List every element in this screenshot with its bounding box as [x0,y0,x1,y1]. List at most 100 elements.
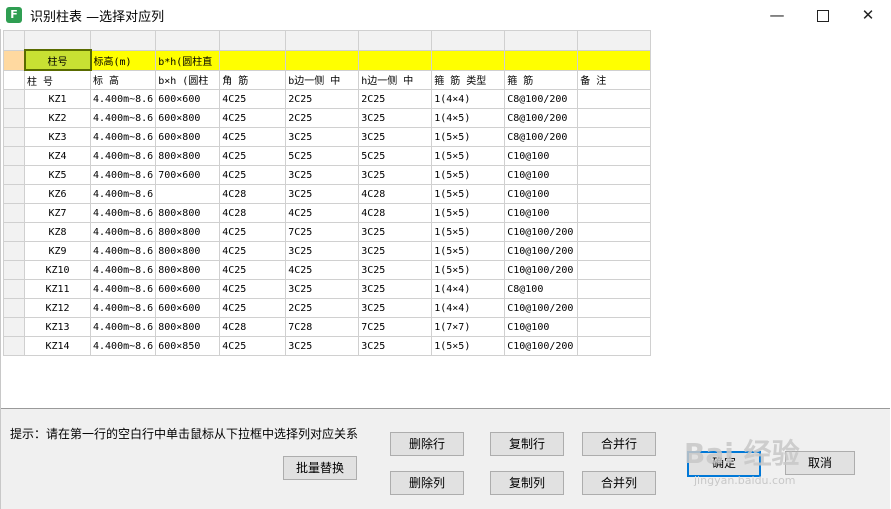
row-header[interactable] [3,317,25,337]
table-cell[interactable] [577,108,652,128]
table-cell[interactable]: C10@100 [504,317,579,337]
table-cell[interactable]: 5C25 [285,146,360,166]
table-cell[interactable]: 4C25 [219,222,287,242]
table-cell[interactable]: C8@100/200 [504,89,579,109]
column-name-cell[interactable]: 柱 号 [24,69,91,90]
table-cell[interactable]: 4C28 [358,203,433,223]
table-cell[interactable]: 3C25 [358,298,433,318]
table-cell[interactable]: C10@100 [504,146,579,166]
table-cell[interactable]: 4C28 [358,184,433,204]
table-cell[interactable]: 7C25 [285,222,360,242]
table-cell[interactable]: 4.400m~8.6 [89,146,157,166]
ok-button[interactable]: 确定 [687,451,761,477]
maximize-button[interactable] [800,0,846,30]
table-cell[interactable]: 600×600 [155,89,221,109]
column-name-cell[interactable]: 角 筋 [219,69,287,90]
column-name-cell[interactable]: 备 注 [577,69,652,90]
table-cell[interactable]: 1(4×5) [431,108,506,128]
table-cell[interactable]: 7C28 [285,317,360,337]
table-row[interactable]: KZ6 4.400m~8.6 4C28 3C25 4C28 1(5×5) C10@100 [3,184,652,204]
table-cell[interactable]: 4C25 [219,298,287,318]
table-cell[interactable]: C10@100/200 [504,222,579,242]
table-cell[interactable]: C10@100 [504,165,579,185]
column-name-cell[interactable]: 标 高 [89,69,157,90]
table-cell[interactable]: 4C25 [219,108,287,128]
table-row[interactable]: KZ14 4.400m~8.6 600×850 4C25 3C25 3C25 1(5×5) C… [3,336,652,356]
row-header[interactable] [3,127,25,147]
table-cell[interactable]: 1(5×5) [431,146,506,166]
row-header[interactable] [3,222,25,242]
column-selector-cell[interactable] [504,49,579,71]
table-cell[interactable]: 700×600 [155,165,221,185]
table-cell[interactable]: 4.400m~8.6 [89,108,157,128]
table-cell[interactable]: 3C25 [358,279,433,299]
column-selector-cell[interactable] [431,49,506,71]
table-cell[interactable]: 4C25 [285,260,360,280]
row-header[interactable] [3,279,25,299]
table-cell[interactable]: 4.400m~8.6 [89,222,157,242]
table-cell[interactable]: 4C25 [219,165,287,185]
table-cell[interactable]: 3C25 [358,260,433,280]
table-cell[interactable]: KZ4 [24,146,91,166]
merge-row-button[interactable]: 合并行 [582,432,656,456]
table-cell[interactable]: KZ2 [24,108,91,128]
table-cell[interactable]: C10@100/200 [504,241,579,261]
table-cell[interactable]: 800×800 [155,222,221,242]
batch-replace-button[interactable]: 批量替换 [283,456,357,480]
row-header[interactable] [3,260,25,280]
table-cell[interactable]: 1(4×4) [431,298,506,318]
table-cell[interactable]: 4C25 [285,203,360,223]
table-cell[interactable]: 1(5×5) [431,222,506,242]
table-cell[interactable]: C10@100 [504,184,579,204]
table-cell[interactable]: KZ14 [24,336,91,356]
column-selector-cell[interactable] [358,49,433,71]
table-row[interactable]: KZ8 4.400m~8.6 800×800 4C25 7C25 3C25 1(5×5) C1… [3,222,652,242]
table-cell[interactable]: 4.400m~8.6 [89,260,157,280]
table-cell[interactable]: 600×800 [155,127,221,147]
table-cell[interactable]: 800×800 [155,203,221,223]
table-cell[interactable]: KZ5 [24,165,91,185]
table-cell[interactable]: 4C28 [219,184,287,204]
table-cell[interactable]: 4C25 [219,260,287,280]
table-cell[interactable]: 4.400m~8.6 [89,203,157,223]
table-cell[interactable]: KZ13 [24,317,91,337]
row-header[interactable] [3,146,25,166]
column-selector-cell[interactable] [219,49,287,71]
table-cell[interactable] [577,317,652,337]
table-cell[interactable]: C10@100/200 [504,336,579,356]
minimize-button[interactable]: — [754,0,800,30]
table-cell[interactable]: C8@100/200 [504,127,579,147]
table-row[interactable]: KZ12 4.400m~8.6 600×600 4C25 2C25 3C25 1(4×4) C… [3,298,652,318]
row-header[interactable] [3,165,25,185]
table-cell[interactable]: 4.400m~8.6 [89,184,157,204]
table-cell[interactable]: 1(5×5) [431,165,506,185]
table-cell[interactable] [577,89,652,109]
table-cell[interactable]: 3C25 [358,165,433,185]
table-cell[interactable]: 3C25 [358,241,433,261]
table-cell[interactable]: 1(5×5) [431,241,506,261]
table-cell[interactable]: 1(4×4) [431,279,506,299]
table-cell[interactable]: 1(5×5) [431,336,506,356]
column-name-cell[interactable]: b边一侧 中 [285,69,360,90]
table-cell[interactable] [577,298,652,318]
table-cell[interactable]: 1(7×7) [431,317,506,337]
table-cell[interactable]: 4C25 [219,241,287,261]
table-cell[interactable]: 7C25 [358,317,433,337]
row-header[interactable] [3,298,25,318]
table-cell[interactable]: 600×600 [155,298,221,318]
table-cell[interactable]: KZ11 [24,279,91,299]
table-cell[interactable]: 3C25 [285,336,360,356]
row-header[interactable] [3,184,25,204]
table-cell[interactable]: KZ12 [24,298,91,318]
table-cell[interactable]: 4.400m~8.6 [89,279,157,299]
table-cell[interactable]: 600×800 [155,108,221,128]
table-cell[interactable]: 3C25 [285,165,360,185]
table-row[interactable]: KZ5 4.400m~8.6 700×600 4C25 3C25 3C25 1(5×5) C1… [3,165,652,185]
table-cell[interactable]: 3C25 [285,279,360,299]
table-cell[interactable]: 4.400m~8.6 [89,241,157,261]
table-cell[interactable] [577,127,652,147]
table-cell[interactable]: KZ7 [24,203,91,223]
table-cell[interactable]: 2C25 [285,298,360,318]
close-button[interactable]: ✕ [845,0,891,30]
table-cell[interactable]: 1(5×5) [431,260,506,280]
